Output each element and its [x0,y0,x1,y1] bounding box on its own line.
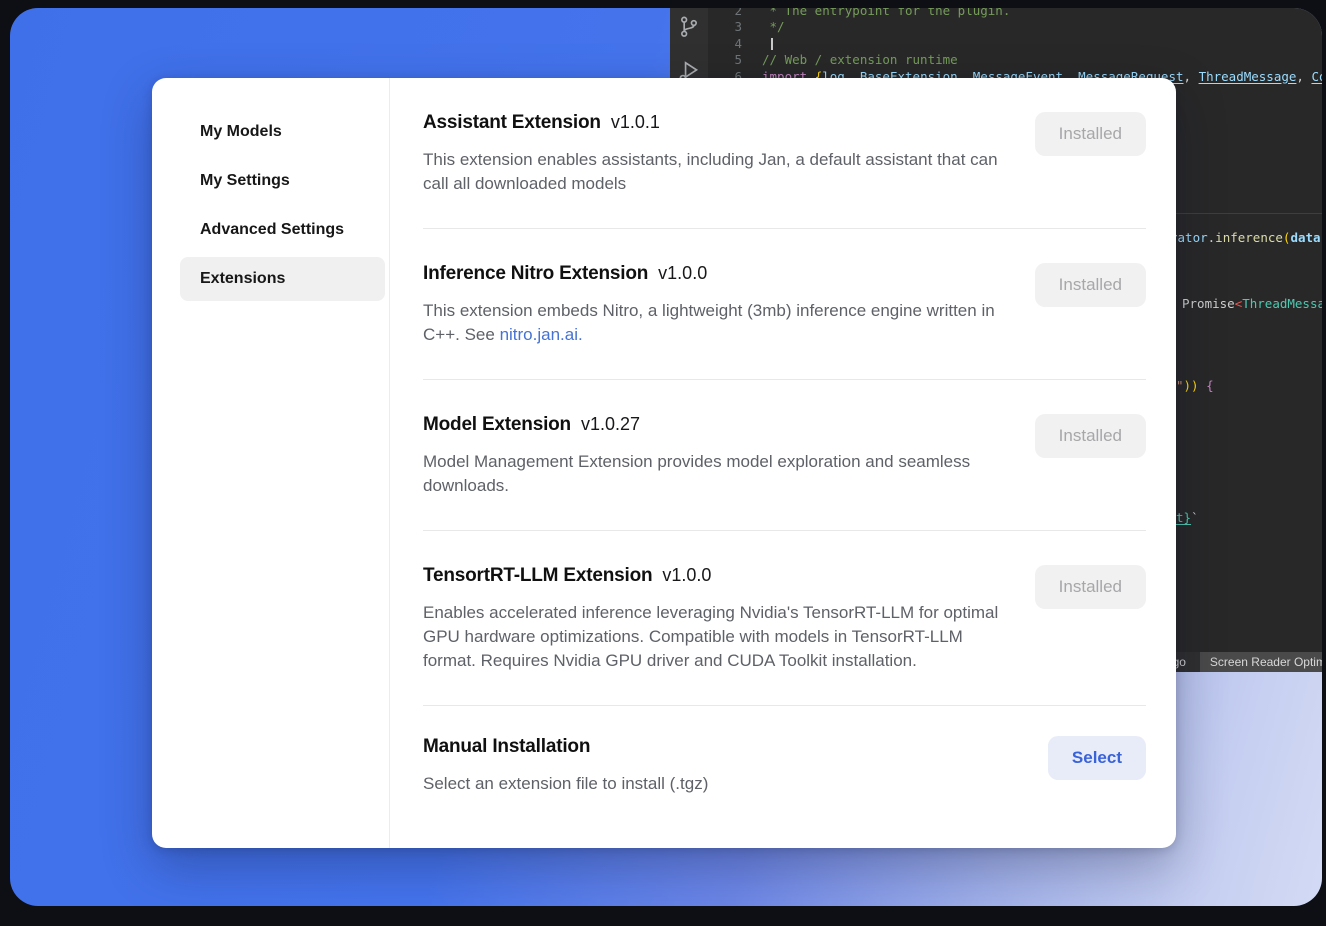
code-token: // Web / extension runtime [762,52,958,67]
code-token: Promise [1182,296,1235,311]
extension-title: Model Extension [423,414,571,436]
code-token: , [1296,69,1311,84]
extension-description: This extension enables assistants, inclu… [423,148,1008,196]
extension-info: TensortRT-LLM Extension v1.0.0 Enables acc… [423,565,1008,673]
extension-title: Assistant Extension [423,112,601,134]
code-token: , [1184,69,1199,84]
code-token: ` [1191,510,1199,525]
extension-section: Assistant Extension v1.0.1 This extension … [423,78,1146,229]
extension-section: Model Extension v1.0.27 Model Management E… [423,380,1146,531]
text-cursor [771,38,773,50]
code-token: ) [1321,230,1322,245]
installed-button[interactable]: Installed [1035,263,1146,307]
code-token: inference [1215,230,1283,245]
code-token: t} [1176,510,1191,525]
line-number: 2 [708,8,742,19]
extension-description: Model Management Extension provides mode… [423,450,1008,498]
extension-title-row: TensortRT-LLM Extension v1.0.0 [423,565,1008,587]
line-number: 4 [708,36,742,52]
extension-title-row: Manual Installation [423,736,708,758]
nitro-jan-ai-link[interactable]: nitro.jan.ai. [500,325,583,344]
code-fragment: rator.inference(data)); [1170,230,1322,245]
code-token: )) [1184,378,1207,393]
code-text: * The entrypoint for the plugin. [762,8,1010,19]
settings-modal: My Models My Settings Advanced Settings Ext… [152,78,1176,848]
extension-version: v1.0.0 [658,263,707,284]
code-token: ContentType [1311,69,1322,84]
extension-title: TensortRT-LLM Extension [423,565,652,587]
extension-section: Manual Installation Select an extension f… [423,706,1146,822]
extension-title: Inference Nitro Extension [423,263,648,285]
extension-title-row: Assistant Extension v1.0.1 [423,112,1008,134]
code-token: * The entrypoint for the plugin. [762,8,1010,18]
extension-description: Select an extension file to install (.tg… [423,772,708,796]
installed-button[interactable]: Installed [1035,565,1146,609]
code-fragment: Promise<ThreadMessage> [1182,296,1322,311]
extension-version: v1.0.1 [611,112,660,133]
code-fragment: t}` [1176,510,1199,525]
extensions-list: Assistant Extension v1.0.1 This extension … [390,78,1176,848]
app-window: 2 * The entrypoint for the plugin.3 */45… [10,8,1322,906]
source-control-icon[interactable] [678,15,700,39]
settings-nav: My Models My Settings Advanced Settings Ext… [152,78,390,848]
extension-info: Model Extension v1.0.27 Model Management E… [423,414,1008,498]
screen-reader-status-label: Screen Reader Optimized [1210,655,1322,669]
code-line: 2 * The entrypoint for the plugin. [708,8,1322,19]
code-text: // Web / extension runtime [762,52,958,68]
extension-version: v1.0.27 [581,414,640,435]
extension-title-row: Model Extension v1.0.27 [423,414,1008,436]
sidebar-item-advanced-settings[interactable]: Advanced Settings [180,208,385,252]
code-text [762,36,773,52]
code-text: */ [762,19,785,35]
code-fragment: ")) { [1176,378,1214,393]
code-line: 3 */ [708,19,1322,35]
extension-section: TensortRT-LLM Extension v1.0.0 Enables acc… [423,531,1146,706]
sidebar-item-extensions[interactable]: Extensions [180,257,385,301]
code-token: ThreadMessage [1242,296,1322,311]
sidebar-item-my-models[interactable]: My Models [180,110,385,154]
extension-info: Assistant Extension v1.0.1 This extension … [423,112,1008,196]
code-line: 5 // Web / extension runtime [708,52,1322,68]
extension-description: Enables accelerated inference leveraging… [423,601,1008,673]
extension-title: Manual Installation [423,736,590,758]
extension-section: Inference Nitro Extension v1.0.0 This exte… [423,229,1146,380]
sidebar-item-my-settings[interactable]: My Settings [180,159,385,203]
code-token: data [1290,230,1320,245]
extension-title-row: Inference Nitro Extension v1.0.0 [423,263,1008,285]
code-token: */ [762,19,785,34]
code-lines: 2 * The entrypoint for the plugin.3 */45… [708,8,1322,85]
extension-info: Manual Installation Select an extension f… [423,736,708,796]
extension-version: v1.0.0 [662,565,711,586]
line-number: 5 [708,52,742,68]
code-token: ThreadMessage [1199,69,1297,84]
screen-reader-status[interactable]: Screen Reader Optimized [1200,652,1322,672]
installed-button[interactable]: Installed [1035,112,1146,156]
select-file-button[interactable]: Select [1048,736,1146,780]
extension-description: This extension embeds Nitro, a lightweig… [423,299,1008,347]
code-line: 4 [708,36,1322,52]
extension-info: Inference Nitro Extension v1.0.0 This exte… [423,263,1008,347]
line-number: 3 [708,19,742,35]
code-token: " [1176,378,1184,393]
installed-button[interactable]: Installed [1035,414,1146,458]
code-token: { [1206,378,1214,393]
